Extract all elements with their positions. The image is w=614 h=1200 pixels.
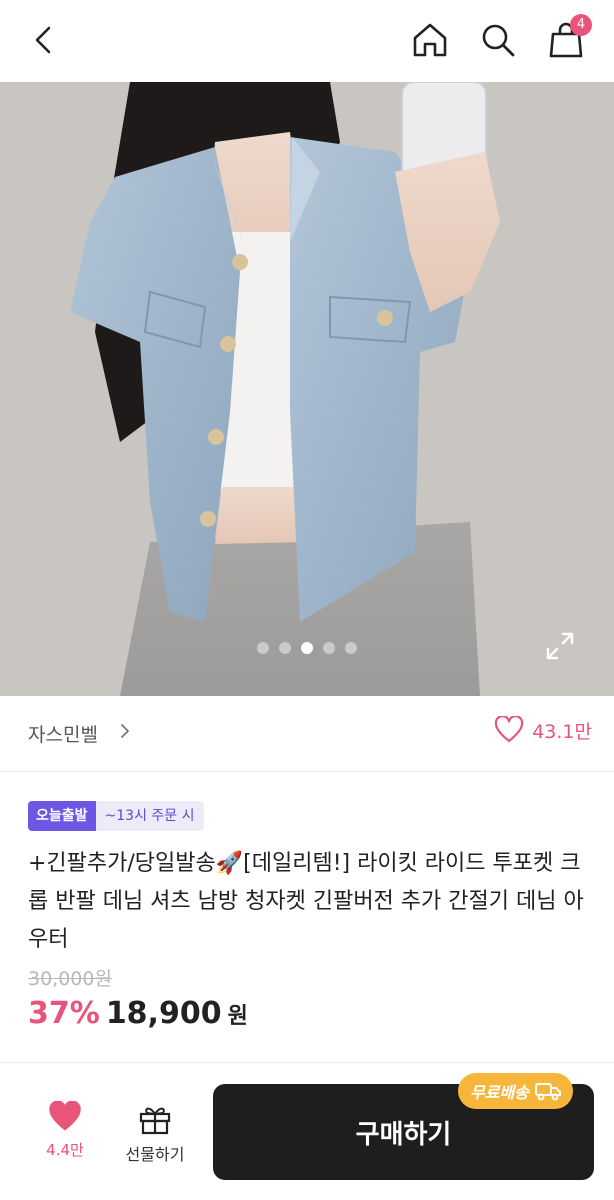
gift-icon xyxy=(139,1107,171,1135)
product-title: +긴팔추가/당일발송🚀[데일리템!] 라이킷 라이드 투포켓 크롭 반팔 데님 … xyxy=(28,851,584,952)
home-button[interactable] xyxy=(408,18,452,62)
gift-button[interactable]: 선물하기 xyxy=(110,1103,200,1165)
original-price: 30,000원 xyxy=(28,968,112,990)
carousel-dot[interactable] xyxy=(279,642,291,654)
top-navigation-bar: 4 xyxy=(0,0,614,82)
free-shipping-badge: 무료배송 xyxy=(458,1073,573,1109)
product-image-gallery[interactable] xyxy=(0,82,614,696)
free-shipping-label: 무료배송 xyxy=(470,1083,529,1102)
heart-outline-icon xyxy=(495,716,524,743)
fullscreen-button[interactable] xyxy=(540,626,580,666)
shop-like-count: 43.1만 xyxy=(532,720,592,743)
price-row: 37% 18,900 원 xyxy=(28,996,248,1031)
chevron-left-icon xyxy=(35,26,51,54)
gift-label: 선물하기 xyxy=(125,1145,185,1164)
carousel-indicator xyxy=(0,642,614,654)
bottom-action-bar: 4.4만 선물하기 구매하기 무료배송 xyxy=(0,1063,614,1200)
cart-button[interactable]: 4 xyxy=(544,14,592,62)
sale-price: 18,900 xyxy=(105,996,222,1031)
carousel-dot[interactable] xyxy=(323,642,335,654)
search-icon xyxy=(482,24,515,57)
wishlist-count: 4.4만 xyxy=(46,1141,84,1159)
cart-count-badge: 4 xyxy=(570,14,592,36)
home-icon xyxy=(413,23,447,57)
expand-icon xyxy=(546,632,574,660)
discount-rate: 37% xyxy=(28,996,100,1031)
chevron-right-icon[interactable] xyxy=(118,722,132,740)
order-cutoff-badge: ~13시 주문 시 xyxy=(95,801,204,831)
product-photo xyxy=(0,82,614,696)
heart-filled-icon xyxy=(49,1101,81,1131)
shop-info-row: 자스민벨 43.1만 xyxy=(0,696,614,772)
today-shipping-badge: 오늘출발 xyxy=(28,801,96,831)
shop-name-link[interactable]: 자스민벨 xyxy=(28,720,98,747)
back-button[interactable] xyxy=(22,18,66,62)
shop-like-button[interactable]: 43.1만 xyxy=(494,716,592,744)
delivery-badge: 오늘출발 ~13시 주문 시 xyxy=(28,801,204,831)
carousel-dot[interactable] xyxy=(345,642,357,654)
wishlist-button[interactable]: 4.4만 xyxy=(30,1101,100,1160)
carousel-dot-active[interactable] xyxy=(301,642,313,654)
currency-unit: 원 xyxy=(227,1004,248,1029)
carousel-dot[interactable] xyxy=(257,642,269,654)
truck-icon xyxy=(534,1083,561,1101)
search-button[interactable] xyxy=(476,18,520,62)
